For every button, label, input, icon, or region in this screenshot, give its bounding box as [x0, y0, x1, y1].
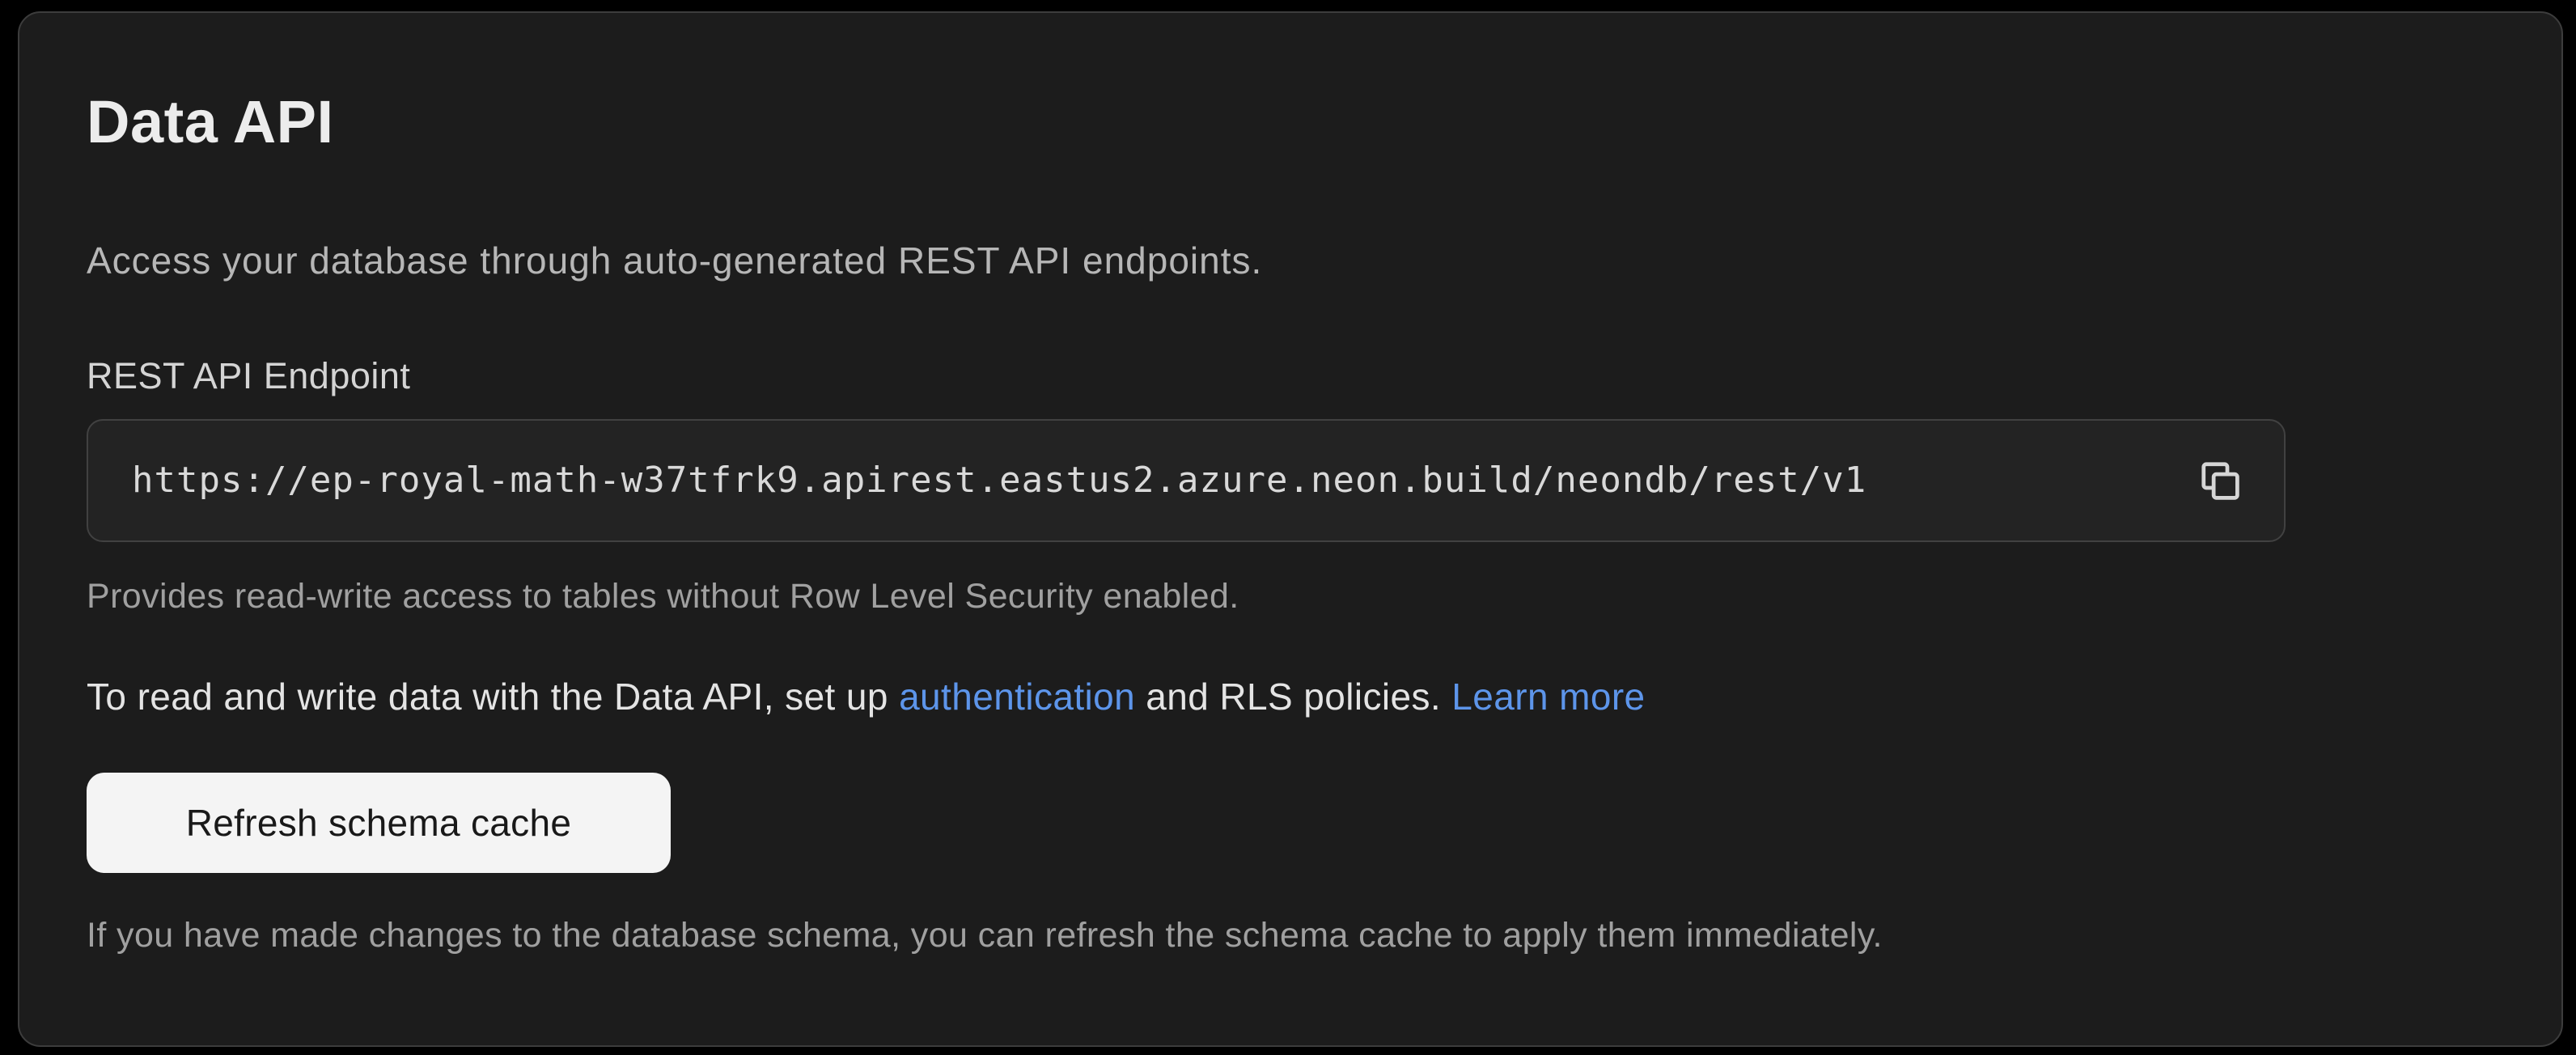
copy-endpoint-button[interactable]: [2195, 455, 2245, 506]
card-description: Access your database through auto-genera…: [87, 237, 2481, 286]
rls-note: To read and write data with the Data API…: [87, 673, 2481, 722]
endpoint-url: https://ep-royal-math-w37tfrk9.apirest.e…: [132, 460, 1866, 501]
page-title: Data API: [87, 89, 2481, 156]
refresh-helper: If you have made changes to the database…: [87, 913, 2481, 959]
authentication-link[interactable]: authentication: [899, 676, 1135, 718]
endpoint-helper: Provides read-write access to tables wit…: [87, 574, 2481, 620]
data-api-card: Data API Access your database through au…: [18, 11, 2563, 1047]
learn-more-link[interactable]: Learn more: [1451, 676, 1645, 718]
copy-icon: [2198, 459, 2242, 502]
rls-note-middle: and RLS policies.: [1135, 676, 1451, 718]
page-background: { "card": { "title": "Data API", "descri…: [0, 0, 2576, 1055]
endpoint-field: https://ep-royal-math-w37tfrk9.apirest.e…: [87, 419, 2286, 542]
endpoint-label: REST API Endpoint: [87, 355, 2481, 397]
rls-note-prefix: To read and write data with the Data API…: [87, 676, 899, 718]
refresh-schema-cache-button[interactable]: Refresh schema cache: [87, 773, 671, 873]
